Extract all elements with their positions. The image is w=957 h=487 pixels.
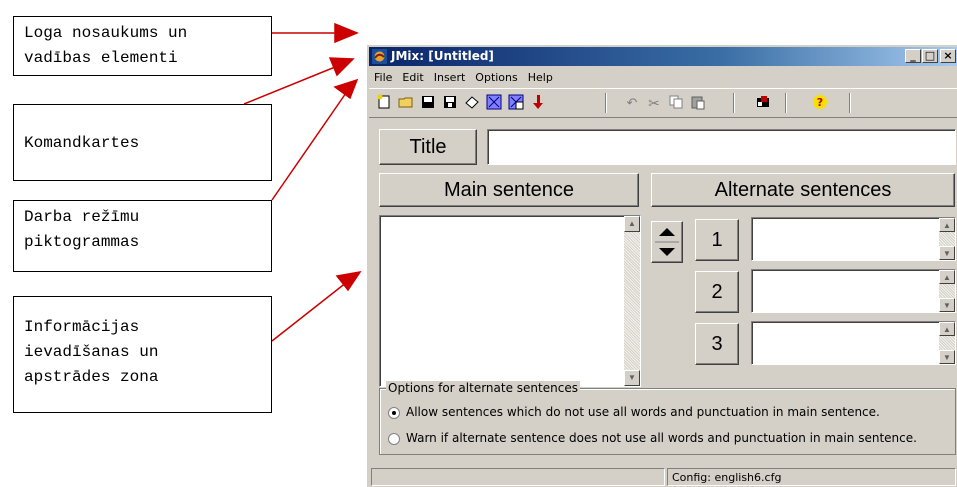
jmix-window: JMix: [Untitled] _ □ × File Edit Insert Opt… bbox=[366, 44, 957, 487]
menu-bar: File Edit Insert Options Help bbox=[369, 68, 957, 86]
maximize-button[interactable]: □ bbox=[922, 49, 938, 63]
arrowhead-icons bbox=[333, 78, 359, 100]
alternate-sentence-2[interactable]: ▲ ▼ bbox=[751, 269, 956, 313]
menu-insert[interactable]: Insert bbox=[429, 68, 471, 84]
radio-warn-label[interactable]: Warn if alternate sentence does not use … bbox=[406, 431, 917, 445]
move-up-icon bbox=[659, 228, 675, 236]
alt-1-scrollbar[interactable]: ▲ ▼ bbox=[939, 218, 955, 260]
paste-icon[interactable] bbox=[689, 94, 707, 112]
arrowhead-title bbox=[334, 22, 359, 44]
radio-allow[interactable] bbox=[388, 407, 400, 419]
move-down-icon bbox=[659, 248, 675, 256]
scroll-up-icon[interactable]: ▲ bbox=[939, 322, 955, 336]
title-input[interactable] bbox=[487, 129, 956, 165]
cut-icon[interactable]: ✂ bbox=[645, 94, 663, 112]
options-group: Options for alternate sentences Allow se… bbox=[379, 381, 956, 455]
menu-edit[interactable]: Edit bbox=[397, 68, 428, 84]
new-icon[interactable] bbox=[375, 94, 393, 112]
scroll-up-icon[interactable]: ▲ bbox=[624, 216, 640, 232]
help-icon[interactable]: ? bbox=[811, 94, 829, 112]
radio-allow-label[interactable]: Allow sentences which do not use all wor… bbox=[406, 405, 880, 419]
alternate-sentence-3[interactable]: ▲ ▼ bbox=[751, 321, 956, 365]
main-sentence-textarea[interactable]: ▲ ▼ bbox=[379, 215, 641, 387]
save-as-icon[interactable] bbox=[441, 94, 459, 112]
arrowhead-menus bbox=[328, 57, 355, 77]
arrow-down-icon[interactable] bbox=[529, 94, 547, 112]
window-title: JMix: [Untitled] bbox=[391, 49, 494, 63]
move-up-down-icon[interactable] bbox=[652, 222, 682, 262]
eraser-icon[interactable] bbox=[463, 94, 481, 112]
jmix-app-icon bbox=[372, 49, 387, 64]
status-left bbox=[371, 468, 665, 486]
main-sentence-header: Main sentence bbox=[379, 173, 639, 207]
alt-3-scrollbar[interactable]: ▲ ▼ bbox=[939, 322, 955, 364]
toolbar: ↶ ✂ ? bbox=[369, 88, 957, 118]
copy-icon[interactable] bbox=[667, 94, 685, 112]
alt-number-3[interactable]: 3 bbox=[695, 323, 739, 365]
menu-options[interactable]: Options bbox=[470, 68, 522, 84]
undo-icon[interactable]: ↶ bbox=[623, 94, 641, 112]
toolbar-separator bbox=[605, 93, 607, 113]
alternate-sentences-header: Alternate sentences bbox=[651, 173, 955, 207]
toolbar-separator bbox=[785, 93, 787, 113]
config-icon[interactable] bbox=[754, 94, 772, 112]
menu-help[interactable]: Help bbox=[523, 68, 558, 84]
reorder-buttons bbox=[651, 221, 683, 263]
scroll-up-icon[interactable]: ▲ bbox=[939, 218, 955, 232]
toolbar-separator bbox=[849, 93, 851, 113]
status-config: Config: english6.cfg bbox=[667, 468, 956, 486]
scroll-down-icon[interactable]: ▼ bbox=[939, 298, 955, 312]
arrow-line-menus bbox=[243, 64, 341, 105]
alt-number-1[interactable]: 1 bbox=[695, 219, 739, 261]
svg-text:?: ? bbox=[817, 96, 823, 109]
save-icon[interactable] bbox=[419, 94, 437, 112]
title-bar[interactable]: JMix: [Untitled] _ □ × bbox=[369, 47, 957, 66]
open-icon[interactable] bbox=[397, 94, 415, 112]
scroll-down-icon[interactable]: ▼ bbox=[624, 370, 640, 386]
close-button[interactable]: × bbox=[940, 49, 956, 63]
menu-file[interactable]: File bbox=[369, 68, 397, 84]
web-export-2-icon[interactable] bbox=[507, 94, 525, 112]
alternate-sentence-1[interactable]: ▲ ▼ bbox=[751, 217, 956, 261]
alt-number-2[interactable]: 2 bbox=[695, 271, 739, 313]
title-label: Title bbox=[379, 129, 477, 165]
main-sentence-scrollbar[interactable]: ▲ ▼ bbox=[624, 216, 640, 386]
arrow-line-icons bbox=[271, 92, 347, 201]
scroll-down-icon[interactable]: ▼ bbox=[939, 350, 955, 364]
scroll-up-icon[interactable]: ▲ bbox=[939, 270, 955, 284]
scroll-down-icon[interactable]: ▼ bbox=[939, 246, 955, 260]
radio-warn[interactable] bbox=[388, 433, 400, 445]
web-export-icon[interactable] bbox=[485, 94, 503, 112]
arrow-line-area bbox=[271, 281, 348, 342]
minimize-button[interactable]: _ bbox=[905, 49, 921, 63]
toolbar-separator bbox=[733, 93, 735, 113]
alt-2-scrollbar[interactable]: ▲ ▼ bbox=[939, 270, 955, 312]
options-legend: Options for alternate sentences bbox=[386, 381, 580, 395]
